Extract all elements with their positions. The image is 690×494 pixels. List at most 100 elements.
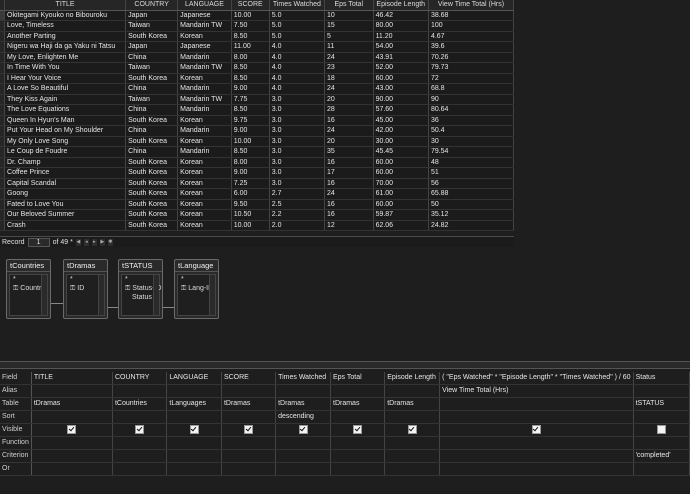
column-header[interactable]: SCORE <box>231 0 270 11</box>
table-cell[interactable]: 30 <box>428 136 514 147</box>
table-cell[interactable]: 3.0 <box>269 167 325 179</box>
design-cell-sort[interactable] <box>112 410 168 424</box>
visible-checkbox[interactable] <box>656 424 666 434</box>
table-cell[interactable]: Taiwan <box>125 20 179 32</box>
table-cell[interactable]: 4.0 <box>269 62 325 74</box>
table-cell[interactable]: 10.00 <box>231 136 270 147</box>
table-cell[interactable]: Korean <box>177 115 232 126</box>
table-cell[interactable]: 4.0 <box>269 41 325 53</box>
design-cell-field[interactable]: Status <box>633 372 690 385</box>
column-header[interactable]: TITLE <box>4 0 127 11</box>
table-cell[interactable]: In Time With You <box>4 62 127 74</box>
table-cell[interactable]: 100 <box>428 20 514 32</box>
design-cell-sort[interactable] <box>633 410 690 424</box>
table-cell[interactable]: 10.50 <box>231 209 270 221</box>
table-cell[interactable]: 61.00 <box>373 188 429 200</box>
table-row[interactable]: Love, Timeless Taiwan Mandarin TW 7.50 5.0 15… <box>0 20 514 32</box>
table-cell[interactable]: Korean <box>177 73 232 84</box>
first-record-button[interactable]: ◀ <box>75 238 81 246</box>
table-cell[interactable]: Queen In Hyun's Man <box>4 115 127 126</box>
table-cell[interactable]: Fated to Love You <box>4 199 127 210</box>
column-header[interactable]: COUNTRY <box>125 0 179 11</box>
table-cell[interactable]: 4.67 <box>428 31 514 42</box>
design-cell-table[interactable]: tSTATUS <box>633 397 690 411</box>
table-cell[interactable]: 6.00 <box>231 188 270 200</box>
table-cell[interactable]: 3.0 <box>269 146 325 158</box>
table-cell[interactable]: 4.0 <box>269 52 325 63</box>
table-cell[interactable]: Put Your Head on My Shoulder <box>4 125 127 137</box>
design-cell-visible[interactable] <box>31 423 113 437</box>
table-cell[interactable]: 24 <box>324 52 374 63</box>
table-cell[interactable]: Our Beloved Summer <box>4 209 127 221</box>
table-row[interactable]: The Love Equations China Mandarin 8.50 3.0 28… <box>0 104 514 116</box>
table-cell[interactable]: 60.00 <box>373 157 429 168</box>
table-cell[interactable]: 8.50 <box>231 62 270 74</box>
table-cell[interactable]: 42.00 <box>373 125 429 137</box>
design-cell-or[interactable] <box>384 462 441 476</box>
table-cell[interactable]: Goong <box>4 188 127 200</box>
design-cell-sort[interactable] <box>330 410 386 424</box>
table-cell[interactable]: Japanese <box>177 10 232 21</box>
table-cell[interactable]: South Korea <box>125 157 179 168</box>
table-cell[interactable]: South Korea <box>125 115 179 126</box>
scrollbar[interactable] <box>153 275 159 315</box>
table-cell[interactable]: 4.0 <box>269 83 325 95</box>
design-cell-field[interactable]: TITLE <box>31 372 113 385</box>
table-row[interactable]: Okitegami Kyouko no Bibouroku Japan Japane… <box>0 10 514 21</box>
relation-line[interactable] <box>51 303 63 304</box>
table-row[interactable]: Dr. Champ South Korea Korean 8.00 3.0 16 60.00… <box>0 157 514 168</box>
table-row[interactable]: Goong South Korea Korean 6.00 2.7 24 61.00 65.8… <box>0 188 514 200</box>
design-cell-or[interactable] <box>439 462 634 476</box>
design-cell-function[interactable] <box>112 436 168 450</box>
table-cell[interactable]: China <box>125 104 179 116</box>
result-grid[interactable]: TITLE COUNTRY LANGUAGE SCORE Times Watched Ep… <box>0 0 515 236</box>
table-row[interactable]: Fated to Love You South Korea Korean 9.50 2.… <box>0 199 514 210</box>
visible-checkbox[interactable] <box>244 424 254 434</box>
table-cell[interactable]: 79.73 <box>428 62 514 74</box>
table-cell[interactable]: 4.0 <box>269 73 325 84</box>
design-cell-sort[interactable] <box>221 410 277 424</box>
table-cell[interactable]: 16 <box>324 209 374 221</box>
table-cell[interactable]: 80.64 <box>428 104 514 116</box>
table-cell[interactable]: 2.2 <box>269 209 325 221</box>
table-row[interactable]: Put Your Head on My Shoulder China Mandari… <box>0 125 514 137</box>
table-cell[interactable]: Capital Scandal <box>4 178 127 189</box>
design-cell-alias[interactable] <box>330 384 386 398</box>
table-cell[interactable]: 5.0 <box>269 20 325 32</box>
table-cell[interactable]: Nigeru wa Haji da ga Yaku ni Tatsu <box>4 41 127 53</box>
table-cell[interactable]: 52.00 <box>373 62 429 74</box>
design-cell-visible[interactable] <box>112 423 168 437</box>
table-cell[interactable]: Korean <box>177 31 232 42</box>
scrollbar[interactable] <box>41 275 47 315</box>
table-cell[interactable]: South Korea <box>125 188 179 200</box>
table-cell[interactable]: 45.00 <box>373 115 429 126</box>
design-cell-criterion[interactable]: 'completed' <box>633 449 690 463</box>
design-cell-criterion[interactable] <box>439 449 634 463</box>
table-row[interactable]: I Hear Your Voice South Korea Korean 8.50 4.… <box>0 73 514 84</box>
table-row[interactable]: My Only Love Song South Korea Korean 10.00 3… <box>0 136 514 147</box>
table-cell[interactable]: 43.00 <box>373 83 429 95</box>
table-cell[interactable]: 3.0 <box>269 104 325 116</box>
table-row[interactable]: Another Parting South Korea Korean 8.50 5.0 5… <box>0 31 514 42</box>
table-cell[interactable]: Coffee Prince <box>4 167 127 179</box>
table-cell[interactable]: South Korea <box>125 73 179 84</box>
table-cell[interactable]: China <box>125 125 179 137</box>
table-box-tcountries[interactable]: tCountries * ⚿ Country <box>6 259 51 319</box>
design-cell-visible[interactable] <box>275 423 331 437</box>
visible-checkbox[interactable] <box>531 424 541 434</box>
table-cell[interactable]: Mandarin TW <box>177 20 232 32</box>
design-cell-visible[interactable] <box>384 423 441 437</box>
table-cell[interactable]: South Korea <box>125 209 179 221</box>
design-cell-sort[interactable] <box>439 410 634 424</box>
table-cell[interactable]: Japan <box>125 10 179 21</box>
table-cell[interactable]: 3.0 <box>269 178 325 189</box>
design-cell-alias[interactable] <box>221 384 277 398</box>
design-cell-criterion[interactable] <box>112 449 168 463</box>
design-cell-criterion[interactable] <box>330 449 386 463</box>
table-row[interactable]: Our Beloved Summer South Korea Korean 10.50… <box>0 209 514 221</box>
visible-checkbox[interactable] <box>189 424 199 434</box>
table-cell[interactable]: 3.0 <box>269 94 325 105</box>
design-cell-function[interactable] <box>633 436 690 450</box>
column-header[interactable]: Times Watched <box>269 0 325 11</box>
table-cell[interactable]: 39.6 <box>428 41 514 53</box>
